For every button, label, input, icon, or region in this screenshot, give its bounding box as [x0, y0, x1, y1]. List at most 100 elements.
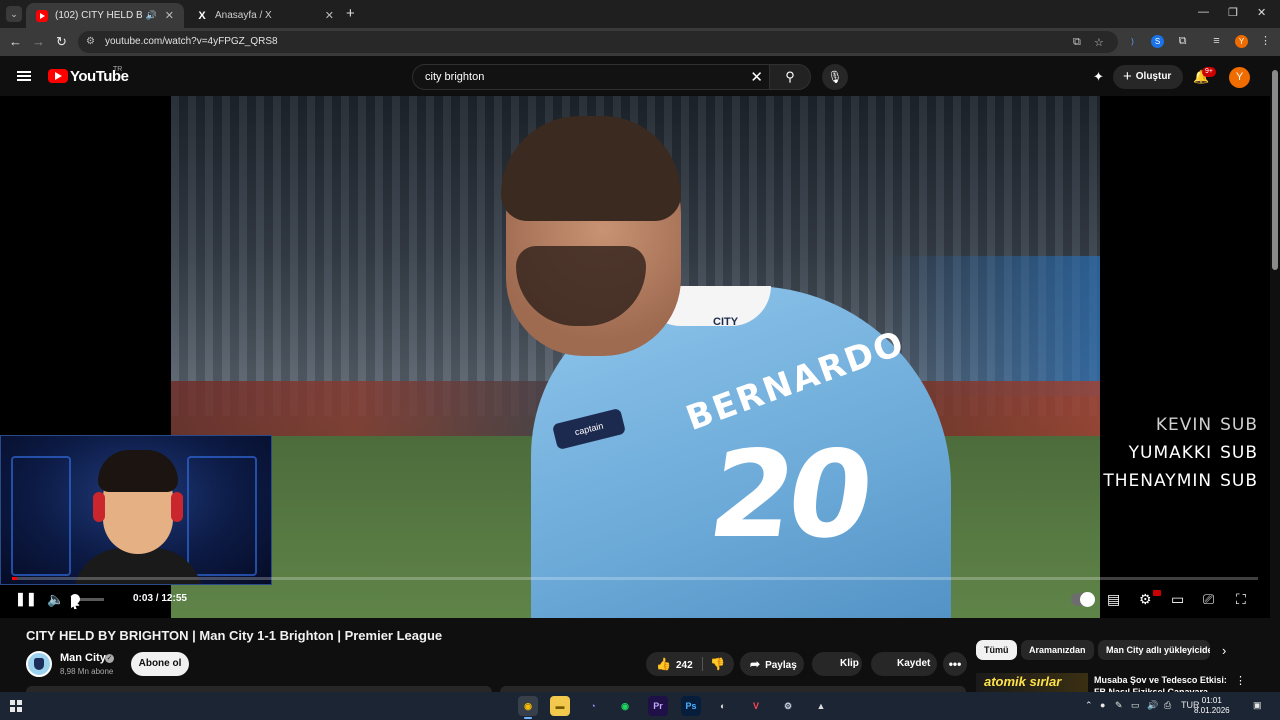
tab-close-icon[interactable]: ✕: [325, 9, 334, 22]
tab-close-icon[interactable]: ✕: [165, 9, 174, 22]
subscribe-button[interactable]: Abone ol: [131, 652, 189, 676]
chrome-icon[interactable]: ◉: [518, 696, 538, 719]
shirt-badge-text: CITY: [713, 316, 739, 328]
autoplay-toggle[interactable]: [1071, 592, 1095, 607]
thumbs-down-icon[interactable]: 👎: [710, 652, 725, 676]
notification-center-icon[interactable]: ▣: [1253, 700, 1262, 711]
address-bar[interactable]: ⚙ youtube.com/watch?v=4yFPGZ_QRS8 ⧉ ☆: [78, 31, 1118, 53]
clip-button[interactable]: Klip: [812, 652, 862, 676]
settings-gear-icon[interactable]: ⚙: [1139, 591, 1152, 608]
extension-shield-icon[interactable]: S: [1151, 35, 1164, 48]
discord-icon[interactable]: ◔: [583, 696, 603, 716]
tab-search-button[interactable]: ⌄: [6, 6, 22, 22]
recommended-more-icon[interactable]: ⋮: [1235, 674, 1246, 687]
minimize-button[interactable]: —: [1198, 6, 1209, 18]
seek-bar[interactable]: [12, 577, 1258, 580]
url-text[interactable]: youtube.com/watch?v=4yFPGZ_QRS8: [105, 36, 278, 47]
site-info-icon[interactable]: ⚙: [86, 36, 95, 47]
voice-search-mic-icon[interactable]: 🎙: [822, 64, 848, 90]
install-app-icon[interactable]: ⧉: [1073, 36, 1081, 49]
youtube-logo-icon[interactable]: [48, 69, 68, 83]
time-display: 0:03 / 12:55: [133, 593, 187, 604]
spotify-icon[interactable]: ◉: [615, 696, 635, 716]
tab-title: Anasayfa / X: [215, 10, 272, 21]
tray-network-icon[interactable]: ⎙: [1164, 700, 1171, 711]
thumbnail-text: atomik sırlar: [984, 674, 1062, 689]
youtube-header: YouTube TR city brighton ✕ ⚲ 🎙 ✦ + Oluştu…: [0, 56, 1280, 96]
chip-from-search[interactable]: Aramanızdan: [1021, 640, 1094, 660]
audio-playing-icon[interactable]: 🔊: [146, 10, 157, 21]
valorant-icon[interactable]: V: [746, 696, 766, 716]
x-favicon-icon: X: [198, 9, 206, 22]
extension-wave-icon[interactable]: ): [1126, 35, 1139, 48]
browser-tab-strip: ⌄ (102) CITY HELD BY BRIGHTON 🔊 ✕ X Anas…: [0, 0, 1280, 28]
time-total: 12:55: [161, 593, 187, 604]
system-clock[interactable]: 01:01 8.01.2026: [1194, 696, 1230, 716]
search-input[interactable]: city brighton ✕: [412, 64, 769, 90]
like-button[interactable]: 👍 242: [656, 652, 693, 678]
hd-badge: [1153, 590, 1161, 596]
reload-icon[interactable]: ↻: [56, 34, 67, 50]
channel-name[interactable]: Man City: [60, 652, 106, 664]
shoutout-name: YUMAKKI: [1128, 443, 1213, 463]
create-button[interactable]: + Oluştur: [1113, 65, 1183, 89]
browser-toolbar: ← → ↻ ⚙ youtube.com/watch?v=4yFPGZ_QRS8 …: [0, 28, 1280, 56]
obs-icon[interactable]: ◐: [713, 696, 733, 716]
restore-button[interactable]: ❐: [1228, 6, 1238, 19]
video-player[interactable]: CITY BERNARDO 20 captain KEVIN SUB YUMAKK…: [0, 96, 1270, 618]
search-button[interactable]: ⚲: [769, 64, 811, 90]
tray-battery-icon[interactable]: ▭: [1131, 700, 1140, 711]
volume-icon[interactable]: 🔈: [47, 591, 64, 608]
profile-avatar-icon[interactable]: Y: [1235, 35, 1248, 48]
fullscreen-icon[interactable]: ⛶: [1236, 591, 1246, 608]
clear-search-icon[interactable]: ✕: [750, 68, 763, 86]
subtitles-icon[interactable]: ▤: [1107, 591, 1120, 608]
clip-label: Klip: [840, 658, 859, 669]
tab-x[interactable]: X Anasayfa / X ✕: [186, 3, 344, 28]
file-explorer-icon[interactable]: ▬: [550, 696, 570, 716]
back-arrow-icon[interactable]: ←: [9, 34, 22, 49]
menu-hamburger-icon[interactable]: [17, 71, 31, 81]
bookmark-star-icon[interactable]: ☆: [1094, 36, 1104, 49]
save-button[interactable]: Kaydet: [871, 652, 937, 676]
theater-mode-icon[interactable]: ▭: [1171, 591, 1184, 608]
more-actions-icon[interactable]: •••: [943, 652, 967, 676]
tray-app-icon[interactable]: ●: [1100, 700, 1105, 710]
browser-menu-icon[interactable]: ⋮: [1259, 35, 1272, 48]
extensions-puzzle-icon[interactable]: ⧉: [1176, 35, 1189, 48]
chip-next-chevron-icon[interactable]: ›: [1222, 643, 1226, 658]
new-tab-button[interactable]: +: [346, 5, 355, 22]
headphone-icon: [93, 492, 105, 522]
chip-from-uploader[interactable]: Man City adlı yükleyiciden: [1098, 640, 1210, 660]
tray-volume-icon[interactable]: 🔊: [1147, 700, 1158, 711]
search-query[interactable]: city brighton: [425, 71, 484, 83]
streamer-webcam: [0, 435, 272, 585]
pause-icon[interactable]: ❚❚: [15, 591, 37, 607]
shorts-spark-icon[interactable]: ✦: [1093, 69, 1104, 85]
recommended-title[interactable]: Musaba Şov ve Tedesco Etkisi: FB Nasıl F…: [1094, 674, 1229, 692]
seek-bar-played: [12, 577, 17, 580]
page-scrollbar[interactable]: [1270, 56, 1280, 696]
account-avatar[interactable]: Y: [1229, 67, 1250, 88]
share-button[interactable]: ➦ Paylaş: [740, 652, 804, 676]
verified-check-icon: ✓: [105, 654, 114, 663]
chip-all[interactable]: Tümü: [976, 640, 1017, 660]
epic-games-icon[interactable]: ▲: [811, 696, 831, 716]
premiere-pro-icon[interactable]: Pr: [648, 696, 668, 716]
steam-icon[interactable]: ⚙: [778, 696, 798, 716]
channel-avatar[interactable]: [26, 651, 52, 677]
forward-arrow-icon[interactable]: →: [32, 34, 45, 49]
close-window-button[interactable]: ✕: [1257, 6, 1266, 19]
scrollbar-thumb[interactable]: [1272, 70, 1278, 270]
tray-pen-icon[interactable]: ✎: [1115, 700, 1123, 711]
media-control-icon[interactable]: ≡: [1210, 35, 1223, 48]
windows-start-icon[interactable]: [10, 700, 22, 712]
video-frame[interactable]: CITY BERNARDO 20 captain: [171, 96, 1100, 618]
recommended-thumbnail[interactable]: atomik sırlar: [976, 673, 1088, 692]
shirt-number-text: 20: [701, 426, 876, 565]
tab-youtube[interactable]: (102) CITY HELD BY BRIGHTON 🔊 ✕: [26, 3, 184, 28]
headphone-icon: [171, 492, 183, 522]
tray-overflow-icon[interactable]: ⌃: [1085, 700, 1093, 711]
photoshop-icon[interactable]: Ps: [681, 696, 701, 716]
cast-icon[interactable]: ⎚: [1203, 591, 1214, 608]
